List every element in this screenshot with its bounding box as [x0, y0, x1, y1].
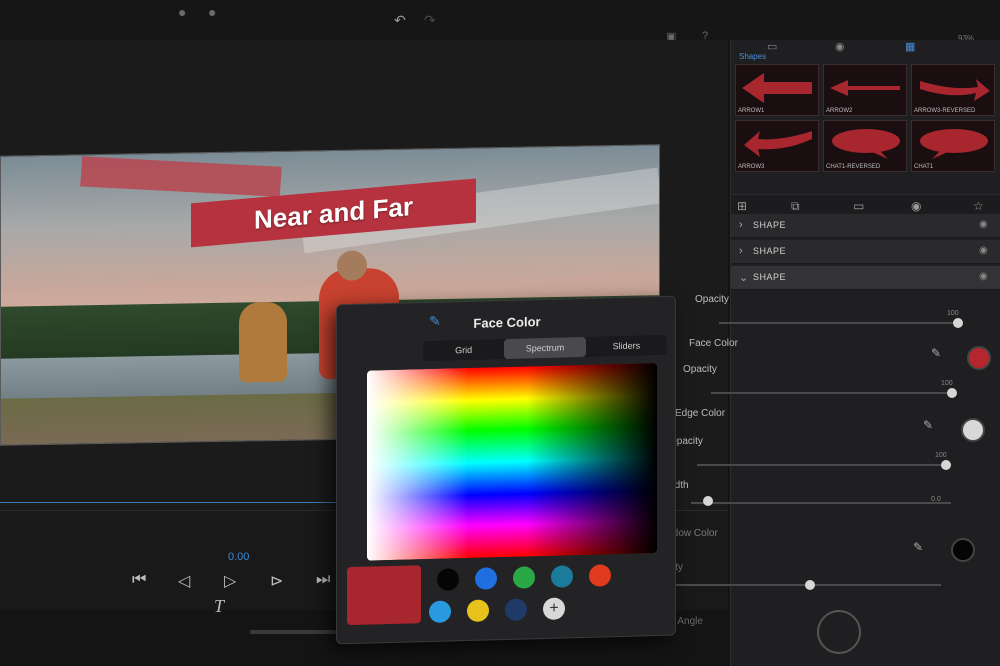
dog-figure	[239, 301, 287, 383]
visibility-icon[interactable]: ◉	[979, 271, 988, 282]
back-icon[interactable]: ●	[178, 4, 186, 20]
skip-end-icon[interactable]: ⏭	[316, 571, 330, 589]
edge-opacity-slider[interactable]	[697, 464, 951, 466]
tab-sliders[interactable]: Sliders	[586, 335, 667, 357]
shape-library: ARROW1 ARROW2 ARROW3-REVERSED ARROW3 CHA…	[735, 64, 1000, 172]
add-layer-icon[interactable]: ⊞	[737, 199, 747, 213]
opacity-slider-knob[interactable]	[953, 318, 963, 328]
swatch-color[interactable]	[505, 598, 527, 622]
skip-start-icon[interactable]: ⏮	[132, 571, 146, 589]
tab-spectrum[interactable]: Spectrum	[504, 336, 586, 360]
popover-title: Face Color	[473, 314, 541, 331]
tab-effects-icon[interactable]: ◉	[835, 40, 845, 53]
face-opacity-slider-knob[interactable]	[947, 388, 957, 398]
shadow-opacity-slider[interactable]	[651, 584, 941, 586]
swatch-color[interactable]	[513, 566, 535, 589]
shape-arrow3-reversed[interactable]: ARROW3-REVERSED	[911, 64, 995, 116]
app-window: ● ● ↶ ↷ ▣ ? 93% Near and Far 0.00 ⏮ ◁ ▷ …	[0, 0, 1000, 666]
keyframe-curve	[0, 502, 370, 503]
time-readout: 0.00	[228, 551, 250, 563]
panel-tabs: ▭ ◉ ▦	[731, 40, 1000, 58]
redo-icon[interactable]: ↷	[424, 12, 436, 29]
color-spectrum[interactable]	[367, 363, 657, 561]
eyedropper-icon[interactable]: ✎	[931, 346, 941, 360]
arrow-left-shape-icon	[742, 73, 812, 103]
edge-color-label: Edge Color	[675, 408, 726, 419]
shape-arrow2[interactable]: ARROW2	[823, 64, 907, 116]
favorite-icon[interactable]: ☆	[973, 199, 984, 213]
chevron-right-icon[interactable]: ›	[739, 219, 743, 231]
face-opacity-label: Opacity	[683, 364, 717, 375]
chevron-down-icon[interactable]: ⌄	[739, 271, 748, 284]
edge-opacity-slider-knob[interactable]	[941, 460, 951, 470]
swatch-color[interactable]	[475, 567, 497, 590]
layer-row[interactable]: › SHAPE ◉	[731, 240, 1000, 264]
arrow-thin-shape-icon	[830, 80, 900, 96]
eyedropper-icon[interactable]: ✎	[913, 540, 923, 554]
width-slider-knob[interactable]	[703, 496, 713, 506]
swatch-color[interactable]	[429, 600, 451, 624]
face-color-label: Face Color	[689, 338, 738, 349]
add-swatch-icon[interactable]: +	[543, 597, 565, 621]
swatch-color[interactable]	[437, 568, 459, 591]
opacity-slider[interactable]	[719, 322, 963, 324]
shadow-opacity-slider-knob[interactable]	[805, 580, 815, 590]
shape-arrow1[interactable]: ARROW1	[735, 64, 819, 116]
visibility-icon[interactable]: ◉	[979, 245, 988, 256]
speech-bubble-shape-icon	[832, 129, 900, 159]
edge-opacity-value: 100	[935, 452, 947, 459]
inspector-panel: ▭ ◉ ▦ Shapes ARROW1 ARROW2 ARROW3-REVERS…	[639, 40, 1000, 666]
title-text[interactable]: Near and Far	[254, 190, 413, 235]
arrow-curved-shape-icon	[920, 79, 990, 101]
swatch-color[interactable]	[467, 599, 489, 623]
tab-shapes-icon[interactable]: ▦	[905, 40, 915, 53]
visibility-icon[interactable]: ◉	[979, 219, 988, 230]
shape-chat1-reversed[interactable]: CHAT1-REVERSED	[823, 120, 907, 172]
chevron-right-icon[interactable]: ›	[739, 245, 743, 257]
face-opacity-slider[interactable]	[711, 392, 957, 394]
face-color-swatch[interactable]	[967, 346, 991, 370]
current-color-swatch	[347, 565, 421, 626]
layer-row-expanded[interactable]: ⌄ SHAPE ◉	[731, 266, 1000, 290]
eyedropper-icon[interactable]: ✎	[923, 418, 933, 432]
color-mode-tabs: Grid Spectrum Sliders	[423, 334, 667, 362]
face-color-popover: ✎ Face Color Grid Spectrum Sliders +	[336, 295, 676, 645]
shape-chat1[interactable]: CHAT1	[911, 120, 995, 172]
menu-icon[interactable]: ●	[208, 4, 216, 20]
tab-grid[interactable]: Grid	[423, 339, 504, 361]
next-frame-icon[interactable]: ⊳	[270, 571, 283, 591]
speech-bubble-left-shape-icon	[920, 129, 988, 159]
swatch-color[interactable]	[551, 565, 573, 588]
shape-arrow3[interactable]: ARROW3	[735, 120, 819, 172]
tab-media-icon[interactable]: ▭	[767, 40, 777, 53]
layer-row[interactable]: › SHAPE ◉	[731, 214, 1000, 238]
top-bar: ● ● ↶ ↷ ▣ ? 93%	[0, 0, 1000, 43]
width-slider[interactable]	[691, 502, 951, 504]
shapes-header: Shapes	[739, 52, 767, 61]
shadow-color-swatch[interactable]	[951, 538, 975, 562]
opacity-value: 100	[947, 310, 959, 317]
opacity-label: Opacity	[695, 294, 729, 305]
arrow-curved-left-shape-icon	[744, 131, 812, 157]
undo-icon[interactable]: ↶	[394, 12, 406, 29]
folder-icon[interactable]: ▭	[853, 199, 864, 213]
text-tool-icon[interactable]: T	[214, 596, 224, 617]
play-icon[interactable]: ▷	[224, 571, 236, 591]
face-opacity-value: 100	[941, 380, 953, 387]
duplicate-layer-icon[interactable]: ⧉	[791, 199, 800, 214]
edge-color-swatch[interactable]	[961, 418, 985, 442]
swatch-color[interactable]	[589, 564, 611, 587]
adjust-icon[interactable]: ◉	[911, 199, 921, 213]
shadow-angle-dial[interactable]	[817, 610, 861, 654]
prev-frame-icon[interactable]: ◁	[178, 571, 190, 591]
